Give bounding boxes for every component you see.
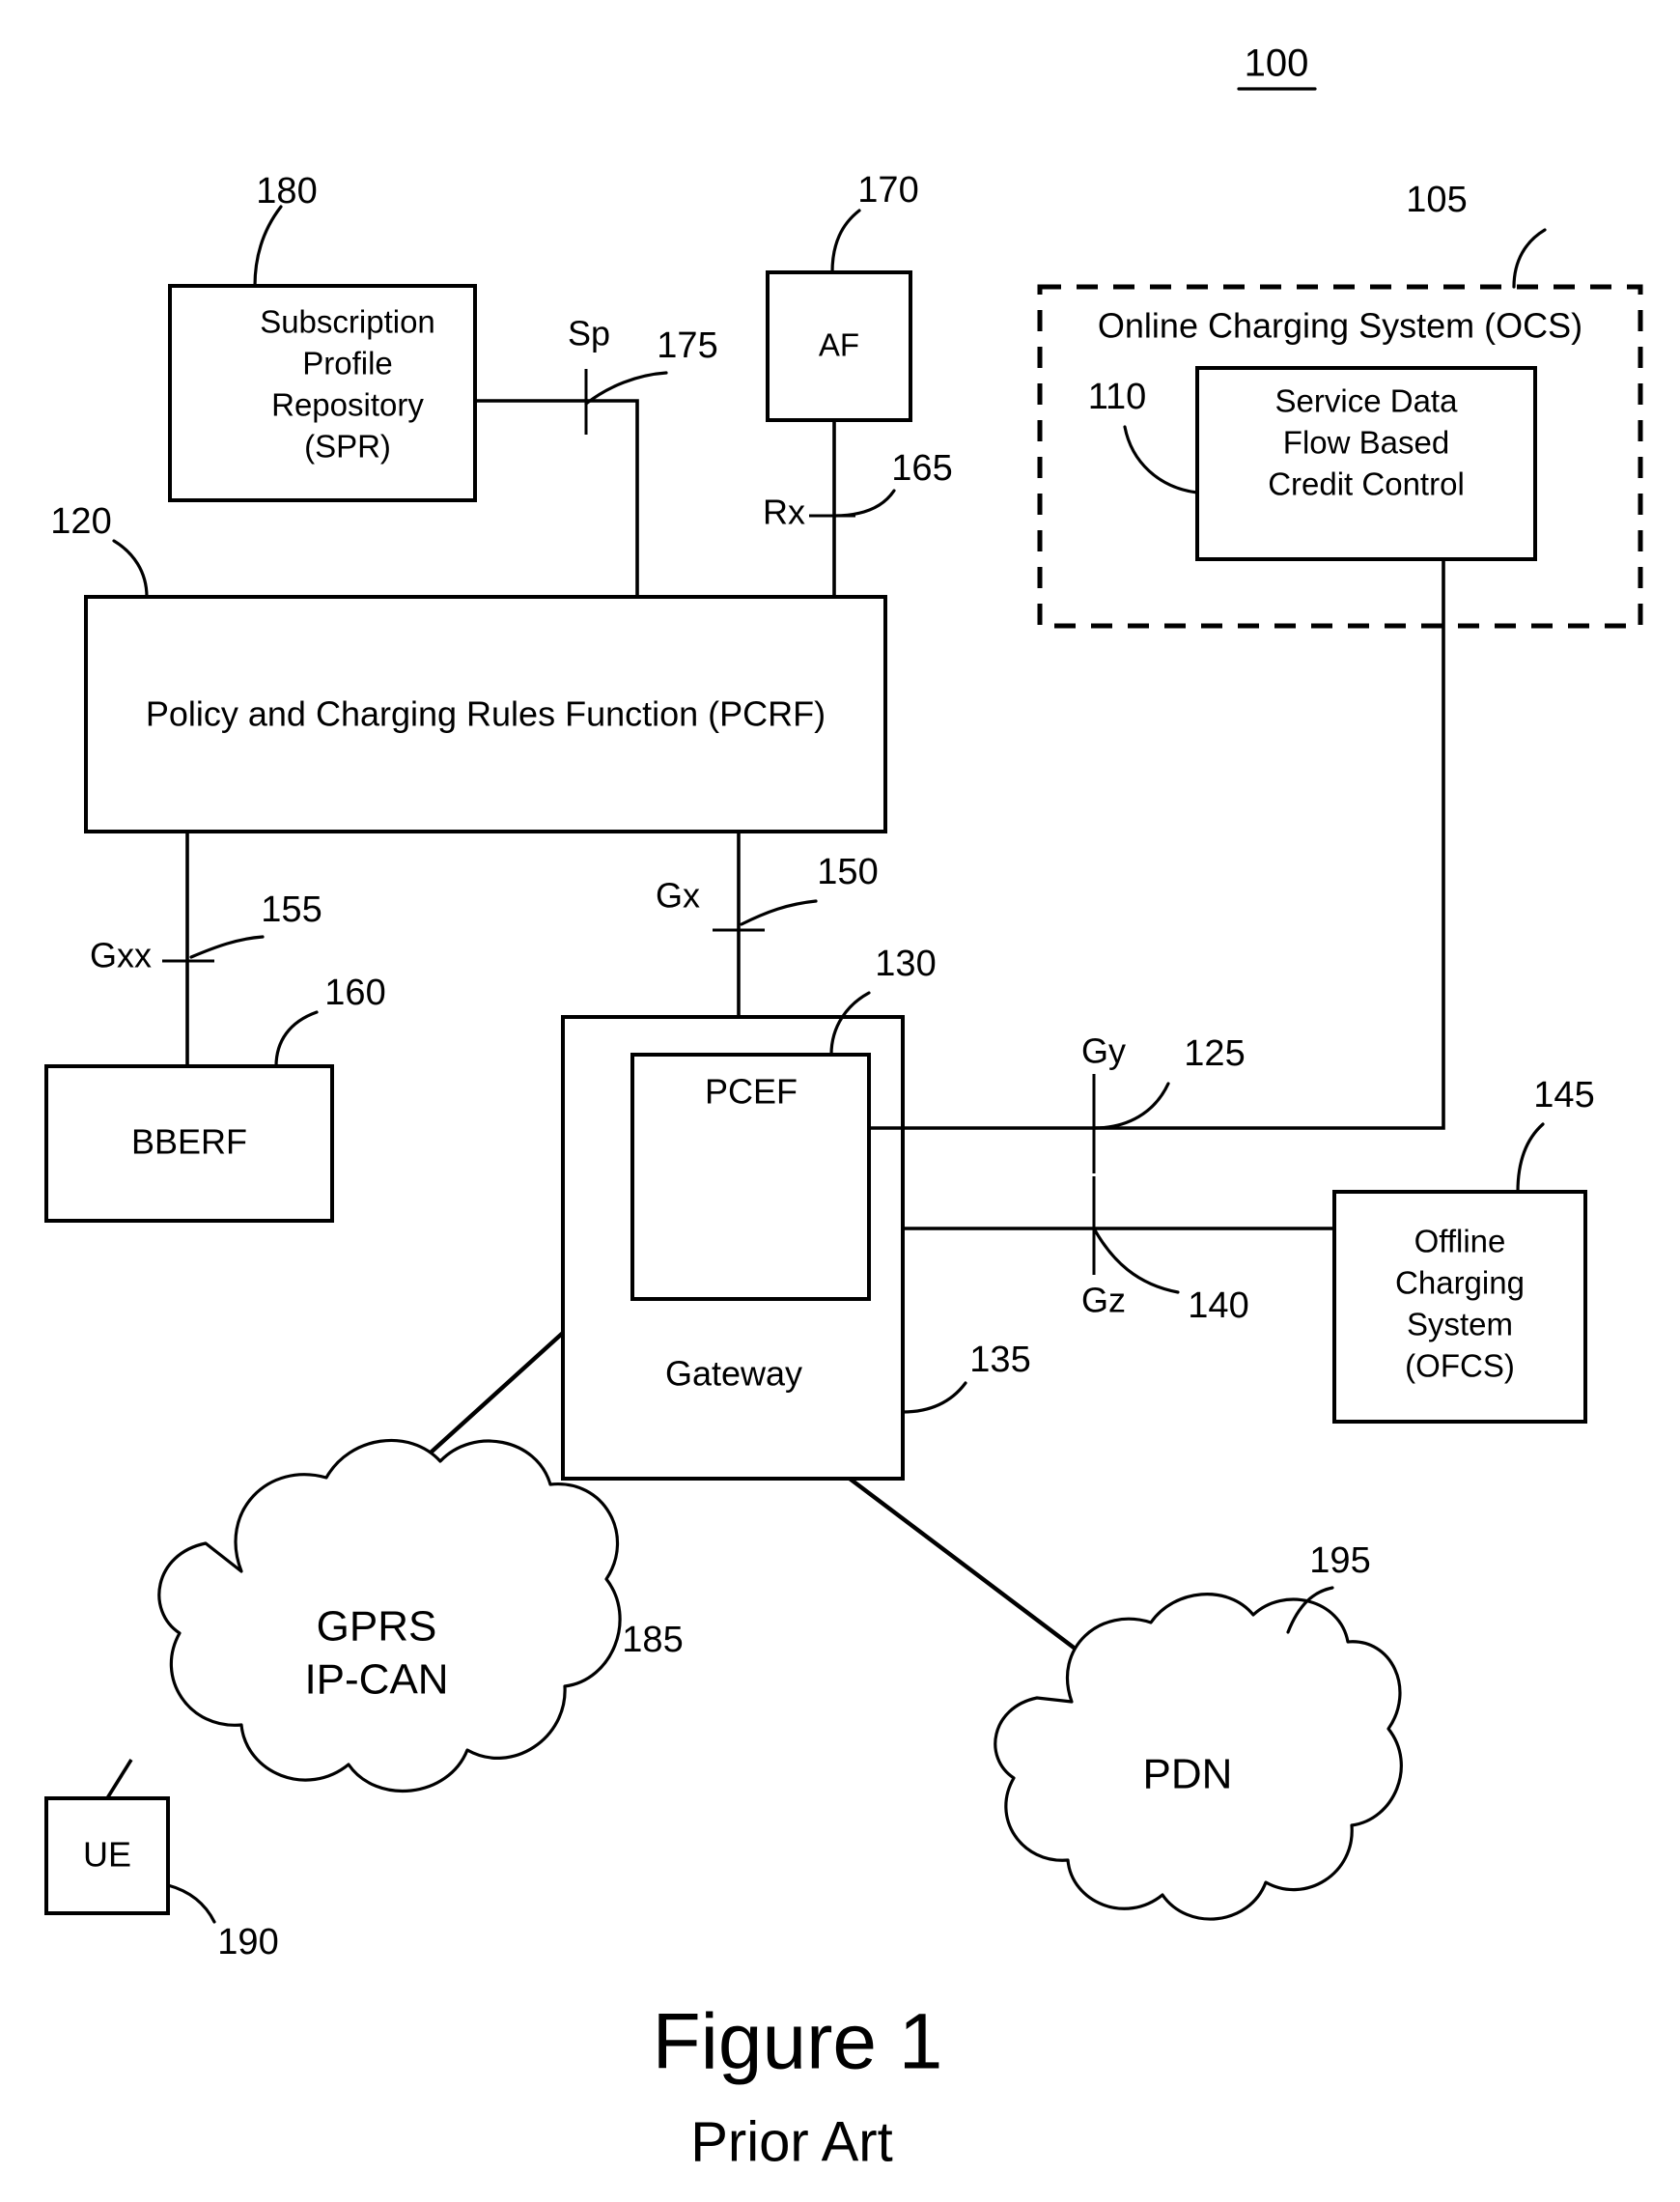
node-af[interactable]: AF 170 xyxy=(766,170,919,422)
spr-label-line-2: Profile xyxy=(302,346,393,381)
af-label: AF xyxy=(819,327,859,363)
gprs-ref-number: 185 xyxy=(622,1620,683,1660)
link-gy: Gy 125 xyxy=(869,559,1445,1173)
node-spr[interactable]: Subscription Profile Repository (SPR) 18… xyxy=(168,171,477,502)
spr-label-line-3: Repository xyxy=(271,387,424,423)
node-bberf[interactable]: BBERF 160 xyxy=(44,973,386,1223)
gx-interface-label: Gx xyxy=(656,876,700,916)
link-gz: Gz 140 xyxy=(903,1176,1334,1326)
link-rx: Rx 165 xyxy=(763,420,953,597)
sdf-label-line-1: Service Data xyxy=(1275,383,1459,419)
ofcs-label-line-2: Charging xyxy=(1395,1265,1525,1301)
gateway-ref-number: 135 xyxy=(969,1340,1030,1380)
bberf-ref-number: 160 xyxy=(324,973,385,1013)
ue-label: UE xyxy=(83,1835,131,1875)
rx-interface-label: Rx xyxy=(763,493,805,532)
gxx-interface-label: Gxx xyxy=(90,936,152,975)
ofcs-ref-number: 145 xyxy=(1533,1075,1594,1115)
figure-number-text: 100 xyxy=(1245,42,1309,85)
gateway-ref-leader xyxy=(901,1381,967,1414)
ue-to-gprs-connector xyxy=(105,1759,133,1799)
spr-ref-number: 180 xyxy=(256,171,317,212)
network-architecture-diagram: 100 Subscription Profile Repository (SPR… xyxy=(44,42,1643,2174)
ofcs-label-line-3: System xyxy=(1407,1307,1513,1342)
ofcs-label-line-1: Offline xyxy=(1414,1224,1506,1259)
gx-ref-leader xyxy=(740,899,818,926)
ofcs-ref-leader xyxy=(1516,1122,1545,1194)
gxx-ref-leader xyxy=(189,935,265,959)
gateway-label: Gateway xyxy=(665,1354,802,1394)
sp-ref-number: 175 xyxy=(657,325,717,366)
sdf-ref-number: 110 xyxy=(1088,377,1147,417)
bberf-label: BBERF xyxy=(131,1122,247,1162)
pcef-label: PCEF xyxy=(705,1072,798,1112)
af-ref-number: 170 xyxy=(857,170,918,211)
gprs-label-line-1: GPRS xyxy=(317,1603,437,1651)
sdf-label-line-2: Flow Based xyxy=(1283,425,1449,461)
gateway-to-pdn-connector xyxy=(848,1477,1103,1670)
gy-connector xyxy=(869,559,1445,1130)
pcef-ref-number: 130 xyxy=(875,944,936,984)
gx-ref-number: 150 xyxy=(817,852,878,892)
sp-interface-label: Sp xyxy=(568,314,610,353)
gy-ref-leader xyxy=(1092,1082,1170,1130)
gz-interface-label: Gz xyxy=(1081,1281,1126,1320)
gxx-ref-number: 155 xyxy=(261,889,322,930)
pdn-ref-number: 195 xyxy=(1309,1540,1370,1581)
bberf-ref-leader xyxy=(274,1010,319,1068)
figure-subtitle: Prior Art xyxy=(690,2110,893,2173)
figure-title: Figure 1 xyxy=(653,1998,943,2086)
gy-ref-number: 125 xyxy=(1184,1033,1245,1074)
pcrf-label: Policy and Charging Rules Function (PCRF… xyxy=(146,694,826,734)
node-ue[interactable]: UE 190 xyxy=(44,1759,279,1962)
node-service-data-flow-credit-control[interactable]: Service Data Flow Based Credit Control 1… xyxy=(1088,366,1537,561)
rx-ref-leader xyxy=(832,489,896,518)
ue-ref-number: 190 xyxy=(217,1922,278,1962)
sdf-label-line-3: Credit Control xyxy=(1268,466,1465,502)
ocs-ref-number: 105 xyxy=(1406,180,1467,220)
node-gprs-ipcan[interactable]: GPRS IP-CAN 185 xyxy=(157,1438,684,1793)
pcrf-ref-leader xyxy=(112,539,149,599)
gy-interface-label: Gy xyxy=(1081,1031,1126,1071)
sdf-ref-leader xyxy=(1123,425,1199,494)
gprs-label-line-2: IP-CAN xyxy=(304,1656,448,1704)
figure-caption: Figure 1 Prior Art xyxy=(653,1998,943,2174)
link-sp: Sp 175 xyxy=(475,314,718,597)
node-pcrf[interactable]: Policy and Charging Rules Function (PCRF… xyxy=(50,501,887,833)
gz-ref-number: 140 xyxy=(1188,1285,1248,1326)
ocs-ref-leader xyxy=(1512,228,1547,289)
spr-ref-leader xyxy=(253,205,283,288)
node-pdn[interactable]: PDN 195 xyxy=(994,1540,1403,1921)
pcrf-ref-number: 120 xyxy=(50,501,111,542)
spr-label-line-4: (SPR) xyxy=(304,429,391,465)
ofcs-label-line-4: (OFCS) xyxy=(1405,1348,1515,1384)
sp-connector xyxy=(475,399,639,597)
figure-number-100: 100 xyxy=(1237,42,1317,91)
rx-ref-number: 165 xyxy=(891,448,952,489)
ocs-label: Online Charging System (OCS) xyxy=(1098,306,1582,346)
pdn-label: PDN xyxy=(1143,1751,1233,1798)
spr-label-line-1: Subscription xyxy=(260,304,435,340)
patent-figure-page: 100 Subscription Profile Repository (SPR… xyxy=(0,0,1680,2202)
ue-ref-leader xyxy=(166,1883,216,1924)
af-ref-leader xyxy=(830,209,861,274)
